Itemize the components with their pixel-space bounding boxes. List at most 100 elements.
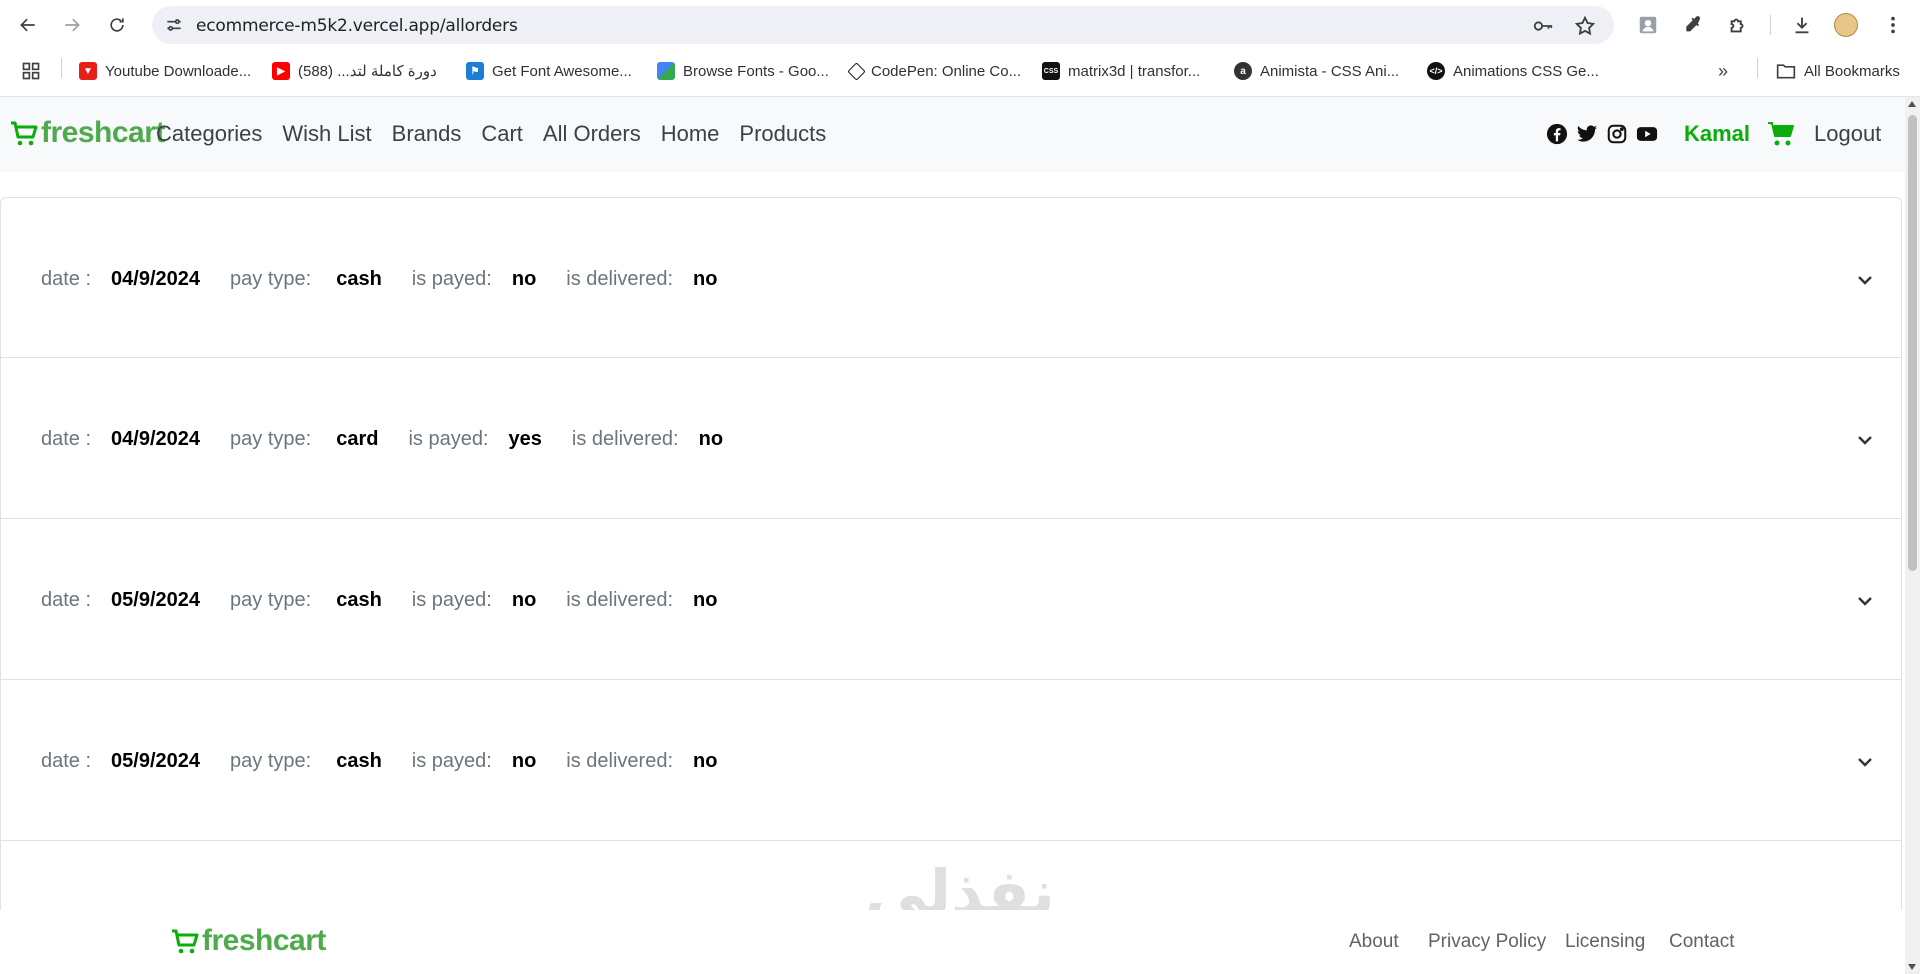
- extensions-puzzle-icon[interactable]: [1725, 12, 1751, 38]
- nav-link-home[interactable]: Home: [661, 121, 720, 147]
- orders-accordion: date : 04/9/2024 pay type: cash is payed…: [0, 197, 1902, 913]
- instagram-icon[interactable]: [1606, 123, 1628, 145]
- facebook-icon[interactable]: [1546, 123, 1568, 145]
- footer-link-privacy-policy[interactable]: Privacy Policy: [1428, 931, 1546, 953]
- bookmark-label: Get Font Awesome...: [492, 62, 632, 80]
- order-pay-type: cash: [336, 750, 382, 772]
- twitter-icon[interactable]: [1576, 123, 1598, 145]
- bookmark-youtube-downloader[interactable]: ▼ Youtube Downloade...: [79, 60, 251, 82]
- scrollbar-thumb[interactable]: [1908, 115, 1917, 571]
- google-fonts-icon: [657, 62, 675, 80]
- pay-type-label: pay type:: [230, 268, 312, 290]
- back-icon[interactable]: [14, 11, 42, 39]
- order-fields: date : 05/9/2024 pay type: cash is payed…: [41, 750, 717, 773]
- youtube-icon[interactable]: [1636, 123, 1658, 145]
- logo-cart-icon: [172, 929, 199, 954]
- order-item[interactable]: date : 05/9/2024 pay type: cash is payed…: [0, 519, 1902, 680]
- logout-button[interactable]: Logout: [1814, 121, 1881, 147]
- profile-avatar[interactable]: [1834, 13, 1858, 37]
- nav-link-products[interactable]: Products: [739, 121, 826, 147]
- bookmark-star-icon[interactable]: [1574, 15, 1596, 37]
- freshcart-logo[interactable]: freshcart: [9, 116, 165, 150]
- order-is-payed: no: [511, 268, 537, 290]
- order-is-delivered: no: [693, 750, 718, 772]
- nav-link-wish-list[interactable]: Wish List: [282, 121, 371, 147]
- chevron-down-icon[interactable]: [1855, 270, 1875, 290]
- footer-link-contact[interactable]: Contact: [1669, 931, 1734, 953]
- bookmark-label: Animations CSS Ge...: [1453, 62, 1599, 80]
- chevron-down-icon[interactable]: [1855, 752, 1875, 772]
- animations-css-icon: </>: [1427, 62, 1445, 80]
- date-label: date :: [41, 268, 92, 290]
- folder-icon: [1776, 64, 1796, 79]
- bookmark-label: Animista - CSS Ani...: [1260, 62, 1400, 80]
- order-date: 04/9/2024: [111, 428, 201, 450]
- apps-grid-icon[interactable]: [21, 60, 41, 82]
- order-pay-type: cash: [336, 268, 382, 290]
- reload-icon[interactable]: [103, 11, 131, 39]
- downloads-icon[interactable]: [1789, 12, 1815, 38]
- browser-menu-icon[interactable]: [1880, 12, 1906, 38]
- is-delivered-label: is delivered:: [566, 750, 674, 772]
- chevron-down-icon[interactable]: [1855, 591, 1875, 611]
- footer-link-licensing[interactable]: Licensing: [1565, 931, 1645, 953]
- nav-link-cart[interactable]: Cart: [481, 121, 523, 147]
- page-footer: freshcart About Privacy Policy Licensing…: [0, 910, 1905, 974]
- order-is-payed: no: [511, 750, 537, 772]
- bookmark-label: Browse Fonts - Goo...: [683, 62, 829, 80]
- all-bookmarks-label: All Bookmarks: [1804, 62, 1900, 80]
- all-bookmarks-folder[interactable]: All Bookmarks: [1776, 60, 1900, 82]
- forward-icon[interactable]: [58, 11, 86, 39]
- bookmarks-bar: ▼ Youtube Downloade... ▶ دورة كاملة لتد.…: [0, 52, 1920, 88]
- profile-extension-icon[interactable]: [1635, 12, 1661, 38]
- is-payed-label: is payed:: [408, 428, 489, 450]
- order-date: 04/9/2024: [111, 268, 201, 290]
- address-bar[interactable]: ecommerce-m5k2.vercel.app/allorders: [152, 6, 1614, 44]
- logo-text: freshcart: [202, 924, 326, 957]
- scroll-down-arrow-icon[interactable]: [1908, 964, 1916, 970]
- order-is-delivered: no: [693, 268, 718, 290]
- bookmark-animista[interactable]: a Animista - CSS Ani...: [1234, 60, 1399, 82]
- bookmark-arabic-course[interactable]: ▶ دورة كاملة لتد... (588): [272, 60, 437, 82]
- pay-type-label: pay type:: [230, 428, 312, 450]
- toolbar-divider: [1770, 15, 1771, 35]
- scroll-up-arrow-icon[interactable]: [1908, 101, 1916, 107]
- bookmark-label: دورة كاملة لتد... (588): [298, 63, 437, 80]
- site-settings-icon[interactable]: [164, 15, 184, 35]
- url-text[interactable]: ecommerce-m5k2.vercel.app/allorders: [196, 16, 518, 36]
- nav-link-categories[interactable]: Categories: [156, 121, 262, 147]
- order-item[interactable]: date : 04/9/2024 pay type: cash is payed…: [0, 197, 1902, 358]
- bookmark-font-awesome[interactable]: ⚑ Get Font Awesome...: [466, 60, 632, 82]
- is-payed-label: is payed:: [411, 750, 492, 772]
- order-item[interactable]: date : 04/9/2024 pay type: card is payed…: [0, 358, 1902, 519]
- page-scrollbar[interactable]: [1905, 97, 1920, 974]
- bookmark-matrix3d[interactable]: CSS matrix3d | transfor...: [1042, 60, 1200, 82]
- date-label: date :: [41, 750, 92, 772]
- nav-link-all-orders[interactable]: All Orders: [543, 121, 641, 147]
- footer-logo[interactable]: freshcart: [170, 924, 326, 958]
- bookmarks-divider: [1757, 58, 1758, 78]
- order-pay-type: card: [336, 428, 379, 450]
- pay-type-label: pay type:: [230, 589, 312, 611]
- pay-type-label: pay type:: [230, 750, 312, 772]
- bookmark-animations-css[interactable]: </> Animations CSS Ge...: [1427, 60, 1599, 82]
- eyedropper-icon[interactable]: [1680, 12, 1706, 38]
- chevron-down-icon[interactable]: [1855, 430, 1875, 450]
- nav-link-brands[interactable]: Brands: [392, 121, 462, 147]
- date-label: date :: [41, 428, 92, 450]
- cart-icon[interactable]: [1767, 121, 1795, 147]
- bookmark-google-fonts[interactable]: Browse Fonts - Goo...: [657, 60, 829, 82]
- order-date: 05/9/2024: [111, 589, 201, 611]
- user-name[interactable]: Kamal: [1684, 121, 1750, 147]
- order-item[interactable]: date : 05/9/2024 pay type: cash is payed…: [0, 680, 1902, 841]
- bookmark-codepen[interactable]: CodePen: Online Co...: [847, 60, 1021, 82]
- bookmark-label: matrix3d | transfor...: [1068, 62, 1201, 80]
- footer-link-about[interactable]: About: [1349, 931, 1399, 953]
- bookmark-label: Youtube Downloade...: [105, 62, 252, 80]
- youtube-downloader-icon: ▼: [79, 62, 97, 80]
- browser-chrome: ecommerce-m5k2.vercel.app/allorders ▼ Yo…: [0, 0, 1920, 97]
- order-is-payed: no: [511, 589, 537, 611]
- order-is-payed: yes: [508, 428, 542, 450]
- password-key-icon[interactable]: [1532, 15, 1554, 37]
- more-bookmarks-chevron-icon[interactable]: »: [1718, 60, 1728, 82]
